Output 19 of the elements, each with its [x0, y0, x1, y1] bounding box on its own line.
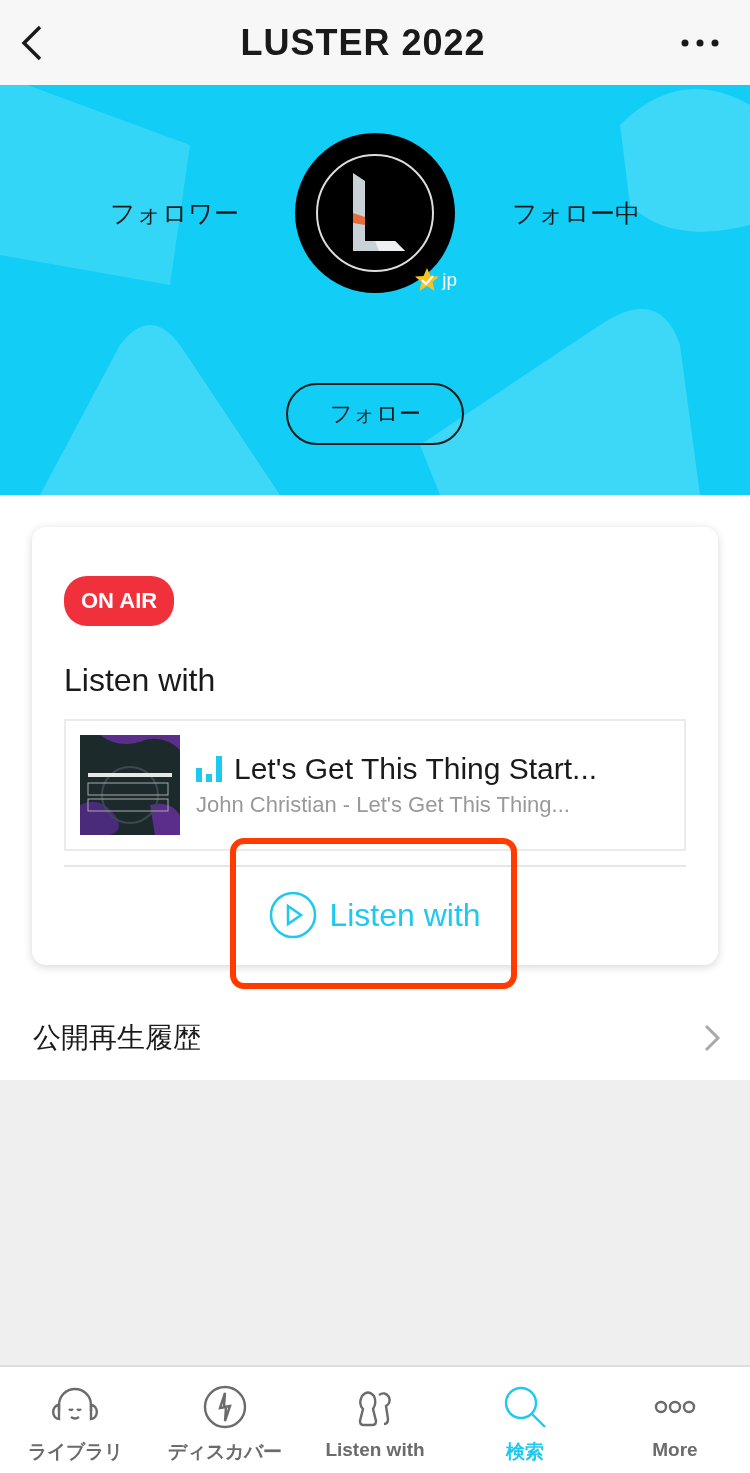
tab-item[interactable]: ライブラリ: [0, 1367, 150, 1473]
history-row[interactable]: 公開再生履歴: [32, 965, 722, 1080]
card-title: Listen with: [64, 662, 217, 699]
follow-button[interactable]: フォロー: [286, 383, 464, 445]
track-artist: John Christian - Let's Get This Thing...: [196, 792, 571, 818]
history-label: 公開再生履歴: [33, 1020, 201, 1055]
more-button[interactable]: [680, 37, 720, 48]
track-title: Let's Get This Thing Start...: [234, 752, 598, 786]
chevron-right-icon: [702, 1022, 722, 1053]
following-label[interactable]: フォロー中: [511, 196, 641, 230]
tab-item[interactable]: Listen with: [300, 1367, 450, 1473]
play-icon: [269, 891, 318, 939]
region-label: jp: [442, 269, 457, 291]
page-title: LUSTER 2022: [240, 21, 486, 64]
track-item[interactable]: Let's Get This Thing Start... John Christian - Let's Get This Thing...: [64, 719, 686, 851]
on-air-badge: ON AIR: [64, 576, 175, 626]
followers-label[interactable]: フォロワー: [109, 196, 239, 230]
tab-item[interactable]: ディスカバー: [150, 1367, 300, 1473]
tab-item[interactable]: More: [600, 1367, 750, 1473]
